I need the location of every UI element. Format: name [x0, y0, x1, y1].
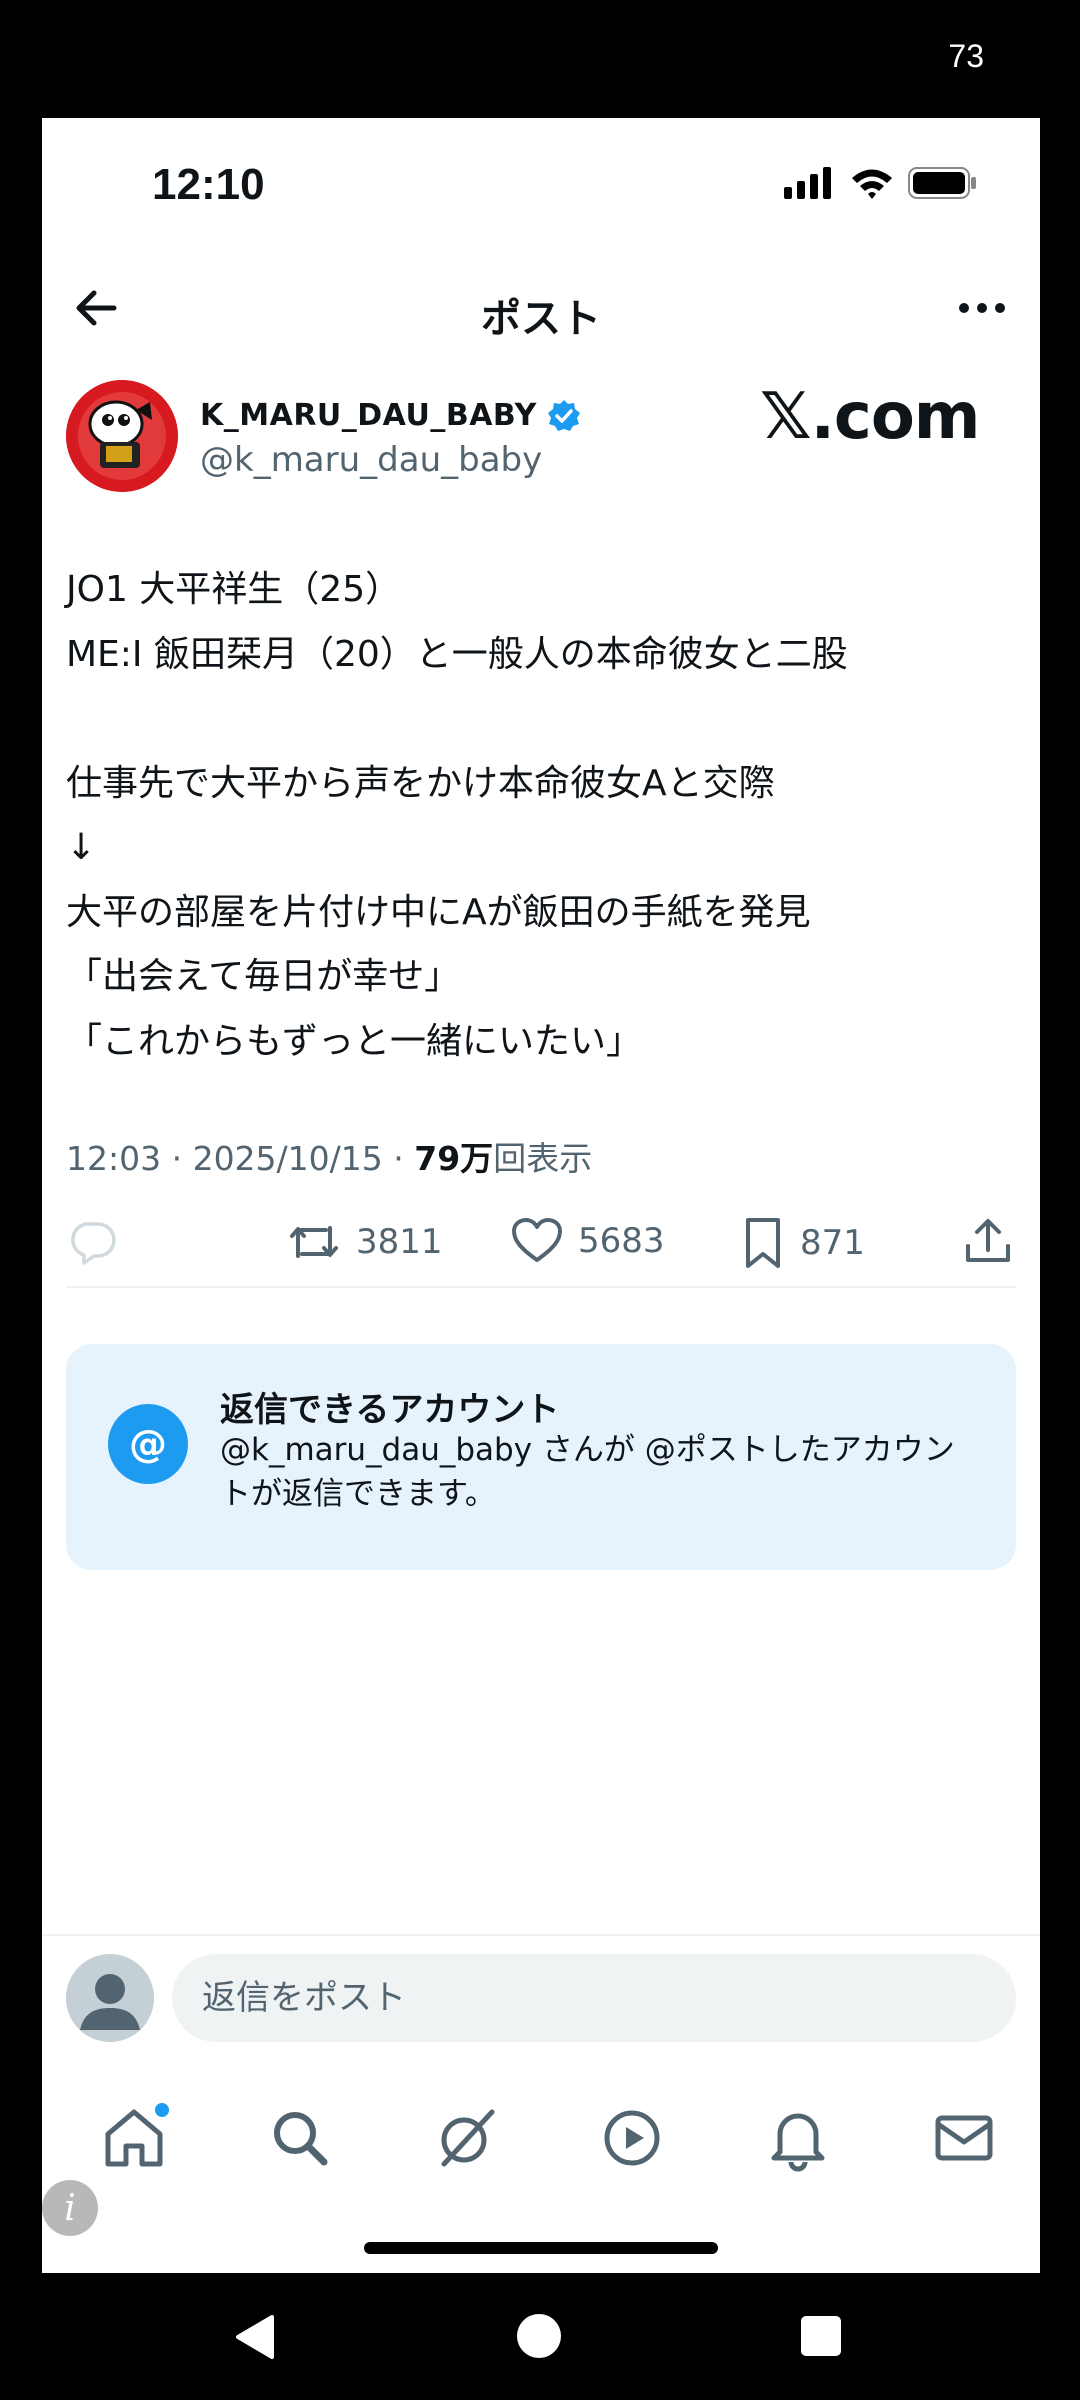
- nav-home-icon[interactable]: [516, 2313, 562, 2359]
- tab-grok[interactable]: [430, 2102, 502, 2174]
- status-time: 12:10: [152, 160, 265, 209]
- reply-restriction-text: @k_maru_dau_baby さんが @ポストしたアカウントが返信できます。: [220, 1432, 955, 1512]
- search-icon: [274, 2112, 328, 2166]
- info-icon[interactable]: i: [42, 2180, 98, 2236]
- retweet-count: 3811: [356, 1222, 443, 1262]
- author-handle[interactable]: @k_maru_dau_baby: [200, 440, 542, 480]
- status-icons: [784, 166, 978, 200]
- like-icon: [512, 1218, 562, 1262]
- retweet-icon: [290, 1226, 338, 1258]
- reply-button[interactable]: [66, 1216, 118, 1268]
- default-avatar-icon: [66, 1954, 154, 2042]
- page-title: ポスト: [481, 296, 601, 342]
- views-label: 回表示: [493, 1139, 593, 1178]
- signal-icon: [784, 167, 831, 199]
- at-icon: @: [108, 1404, 188, 1484]
- tab-home[interactable]: [98, 2100, 172, 2174]
- notifications-icon: [771, 2113, 825, 2172]
- bookmark-count: 871: [800, 1223, 865, 1263]
- grok-icon: [441, 2109, 495, 2167]
- device-battery-level: 73: [948, 38, 984, 74]
- author-display-name[interactable]: K_MARU_DAU_BABY: [200, 398, 581, 433]
- share-icon: [966, 1219, 1010, 1262]
- divider: [66, 1286, 1016, 1288]
- reply-restriction-title: 返信できるアカウント: [220, 1390, 560, 1430]
- home-indicator[interactable]: [364, 2242, 718, 2254]
- battery-icon: [908, 167, 976, 199]
- app-screen: 12:10 ポスト K_MARU_DAU_BABY @k_maru_dau_ba…: [42, 118, 1040, 2273]
- x-com-watermark: 𝕏.com: [760, 380, 980, 454]
- author-avatar[interactable]: [66, 380, 178, 492]
- tab-notifications[interactable]: [762, 2102, 834, 2174]
- messages-icon: [935, 2115, 993, 2161]
- views-count[interactable]: 79万: [414, 1139, 493, 1178]
- nav-recents-icon[interactable]: [800, 2315, 842, 2357]
- tab-messages[interactable]: [928, 2102, 1000, 2174]
- share-button[interactable]: [962, 1216, 1014, 1268]
- display-name-text: K_MARU_DAU_BABY: [200, 398, 537, 433]
- action-bar: 3811 5683 871: [42, 1216, 1040, 1286]
- retweet-button[interactable]: 3811: [286, 1216, 443, 1268]
- bookmark-button[interactable]: 871: [740, 1216, 865, 1270]
- tab-search[interactable]: [264, 2102, 336, 2174]
- reply-restriction-card: @ 返信できるアカウント @k_maru_dau_baby さんが @ポストした…: [66, 1344, 1016, 1570]
- bookmark-icon: [746, 1218, 780, 1268]
- android-nav-bar: [0, 2273, 1080, 2400]
- reply-input[interactable]: 返信をポスト: [172, 1954, 1016, 2042]
- video-icon: [604, 2110, 660, 2166]
- notification-dot: [152, 2100, 172, 2120]
- nav-back-icon[interactable]: [232, 2313, 278, 2361]
- post-meta: 12:03 · 2025/10/15 · 79万回表示: [66, 1132, 592, 1180]
- post-text: JO1 大平祥生（25） ME:I 飯田栞月（20）と一般人の本命彼女と二股 仕…: [66, 569, 848, 1062]
- like-count: 5683: [578, 1221, 665, 1261]
- my-avatar[interactable]: [66, 1954, 154, 2042]
- like-button[interactable]: 5683: [510, 1216, 665, 1266]
- bottom-tab-bar: [42, 2094, 1040, 2194]
- composer-divider: [42, 1934, 1040, 1936]
- reply-icon: [71, 1222, 116, 1265]
- post-timestamp: 12:03 · 2025/10/15 ·: [66, 1139, 415, 1178]
- wifi-icon: [852, 169, 892, 199]
- tab-video[interactable]: [596, 2102, 668, 2174]
- author-avatar-image: [66, 380, 178, 492]
- top-bar: ポスト: [42, 258, 1040, 358]
- more-icon[interactable]: [954, 280, 1010, 336]
- verified-badge-icon: [547, 399, 580, 431]
